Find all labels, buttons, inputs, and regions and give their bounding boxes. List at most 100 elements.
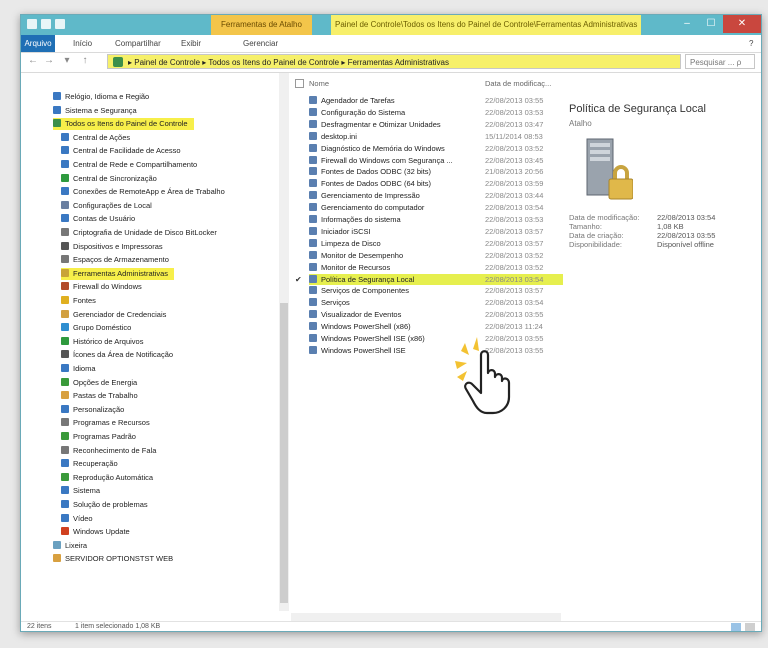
tab-home[interactable]: Início [73, 35, 92, 52]
sidebar-item[interactable]: Gerenciador de Credenciais [61, 309, 172, 321]
help-icon[interactable]: ? [749, 35, 753, 52]
file-row[interactable]: Windows PowerShell ISE (x86) 22/08/2013 0… [309, 333, 563, 345]
folder-icon[interactable] [27, 19, 37, 29]
sidebar-item[interactable]: Firewall do Windows [61, 281, 148, 293]
forward-arrow-icon[interactable]: → [43, 55, 55, 67]
up-arrow-icon[interactable]: ↑ [79, 55, 91, 67]
file-row[interactable]: Monitor de Desempenho 22/08/2013 03:52 [309, 250, 563, 262]
file-row[interactable]: Limpeza de Disco 22/08/2013 03:57 [309, 238, 563, 250]
sidebar-item[interactable]: Central de Sincronização [61, 173, 163, 185]
file-row[interactable]: Monitor de Recursos 22/08/2013 03:52 [309, 262, 563, 274]
nav-scrollbar[interactable] [279, 73, 289, 611]
sidebar-item-label: Gerenciador de Credenciais [73, 309, 167, 319]
shortcut-tools-tab[interactable]: Ferramentas de Atalho [211, 15, 312, 35]
file-row[interactable]: Windows PowerShell (x86) 22/08/2013 11:24 [309, 321, 563, 333]
file-row[interactable]: Serviços de Componentes 22/08/2013 03:57 [309, 285, 563, 297]
sidebar-item[interactable]: Central de Ações [61, 132, 136, 144]
file-row[interactable]: Diagnóstico de Memória do Windows 22/08/2… [309, 143, 563, 155]
quick-access-toolbar[interactable] [27, 19, 65, 29]
select-all-checkbox[interactable] [295, 79, 304, 88]
close-button[interactable]: ✕ [723, 15, 761, 33]
file-row[interactable]: Agendador de Tarefas 22/08/2013 03:55 [309, 95, 563, 107]
sidebar-item[interactable]: Sistema e Segurança [53, 105, 143, 117]
minimize-button[interactable]: – [675, 15, 699, 33]
new-folder-icon[interactable] [55, 19, 65, 29]
sidebar-item[interactable]: Criptografia de Unidade de Disco BitLock… [61, 227, 223, 239]
file-row[interactable]: Iniciador iSCSI 22/08/2013 03:57 [309, 226, 563, 238]
file-name: Informações do sistema [321, 215, 401, 224]
sidebar-item[interactable]: Contas de Usuário [61, 213, 141, 225]
column-header-date[interactable]: Data de modificaç... [485, 77, 551, 91]
sidebar-item[interactable]: Recuperação [61, 458, 124, 470]
sidebar-item[interactable]: Ferramentas Administrativas [61, 267, 175, 280]
sidebar-item[interactable]: Conexões de RemoteApp e Área de Trabalho [61, 186, 231, 198]
search-input[interactable]: Pesquisar ... ρ [685, 54, 755, 69]
file-row[interactable]: ✔ Política de Segurança Local 22/08/2013 0… [295, 273, 563, 285]
sidebar-item[interactable]: Programas Padrão [61, 431, 142, 443]
tab-manage[interactable]: Gerenciar [243, 35, 278, 52]
file-row[interactable]: Gerenciamento de Impressão 22/08/2013 03:… [309, 190, 563, 202]
file-date: 22/08/2013 03:54 [485, 298, 544, 308]
sidebar-item[interactable]: Reconhecimento de Fala [61, 445, 162, 457]
file-row[interactable]: Visualizador de Eventos 22/08/2013 03:55 [309, 309, 563, 321]
sidebar-item[interactable]: Programas e Recursos [61, 417, 156, 429]
column-header-name[interactable]: Nome [309, 77, 329, 91]
sidebar-item[interactable]: Dispositivos e Impressoras [61, 241, 169, 253]
sidebar-item[interactable]: Personalização [61, 404, 130, 416]
tab-share[interactable]: Compartilhar [115, 35, 161, 52]
sidebar-item-label: Pastas de Trabalho [73, 391, 138, 401]
sidebar-item[interactable]: Todos os Itens do Painel de Controle [53, 118, 194, 131]
file-row[interactable]: Fontes de Dados ODBC (32 bits) 21/08/2013… [309, 166, 563, 178]
scrollbar-thumb[interactable] [280, 303, 288, 603]
file-row[interactable]: Desfragmentar e Otimizar Unidades 22/08/2… [309, 119, 563, 131]
control-panel-item-icon [61, 513, 69, 522]
sidebar-item[interactable]: Central de Rede e Compartilhamento [61, 159, 203, 171]
shortcut-icon [309, 274, 317, 283]
file-row[interactable]: Configuração do Sistema 22/08/2013 03:53 [309, 107, 563, 119]
sidebar-item[interactable]: Solução de problemas [61, 499, 154, 511]
file-row[interactable]: Fontes de Dados ODBC (64 bits) 22/08/2013… [309, 178, 563, 190]
sidebar-item[interactable]: Vídeo [61, 513, 99, 525]
sidebar-item[interactable]: Espaços de Armazenamento [61, 254, 175, 266]
file-row[interactable]: Firewall do Windows com Segurança ... 22/… [309, 155, 563, 167]
sidebar-item[interactable]: Windows Update [61, 526, 136, 538]
file-row[interactable]: Gerenciamento do computador 22/08/2013 03… [309, 202, 563, 214]
sidebar-item[interactable]: Histórico de Arquivos [61, 336, 149, 348]
maximize-button[interactable]: ☐ [699, 15, 723, 33]
back-arrow-icon[interactable]: ← [27, 55, 39, 67]
sidebar-item-label: Reprodução Automática [73, 472, 154, 482]
tab-view[interactable]: Exibir [181, 35, 201, 52]
sidebar-item[interactable]: Fontes [61, 295, 102, 307]
sidebar-item[interactable]: Idioma [61, 363, 102, 375]
address-bar[interactable]: ▸ Painel de Controle ▸ Todos os Itens do… [107, 54, 681, 69]
control-panel-item-icon [61, 160, 69, 168]
detail-label: Data de modificação: [569, 213, 640, 222]
file-name: desktop.ini [321, 131, 357, 141]
control-panel-item-icon [61, 364, 69, 372]
large-icons-view-icon[interactable] [745, 623, 755, 631]
sidebar-item[interactable]: Grupo Doméstico [61, 322, 137, 334]
recent-locations-icon[interactable]: ▾ [61, 55, 73, 67]
file-row[interactable]: Serviços 22/08/2013 03:54 [309, 297, 563, 309]
file-name: Monitor de Desempenho [321, 250, 404, 260]
checkmark-icon[interactable]: ✔ [295, 274, 302, 286]
properties-icon[interactable] [41, 19, 51, 29]
sidebar-item[interactable]: Lixeira [53, 540, 93, 552]
sidebar-item-label: Windows Update [73, 527, 130, 537]
tab-file[interactable]: Arquivo [21, 35, 55, 52]
file-row[interactable]: desktop.ini 15/11/2014 08:53 [309, 131, 563, 143]
sidebar-item[interactable]: Ícones da Área de Notificação [61, 349, 179, 361]
horizontal-scrollbar[interactable] [291, 613, 561, 621]
sidebar-item[interactable]: Relógio, Idioma e Região [53, 91, 155, 103]
sidebar-item[interactable]: Reprodução Automática [61, 472, 159, 484]
sidebar-item[interactable]: SERVIDOR OPTIONSTST WEB [53, 553, 179, 565]
sidebar-item[interactable]: Central de Facilidade de Acesso [61, 145, 187, 157]
file-row[interactable]: Windows PowerShell ISE 22/08/2013 03:55 [309, 345, 563, 357]
sidebar-item[interactable]: Sistema [61, 485, 106, 497]
sidebar-item[interactable]: Opções de Energia [61, 377, 143, 389]
file-row[interactable]: Informações do sistema 22/08/2013 03:53 [309, 214, 563, 226]
sidebar-item[interactable]: Pastas de Trabalho [61, 390, 144, 402]
file-name: Desfragmentar e Otimizar Unidades [321, 119, 441, 129]
details-view-icon[interactable] [731, 623, 741, 631]
sidebar-item[interactable]: Configurações de Local [61, 200, 158, 212]
